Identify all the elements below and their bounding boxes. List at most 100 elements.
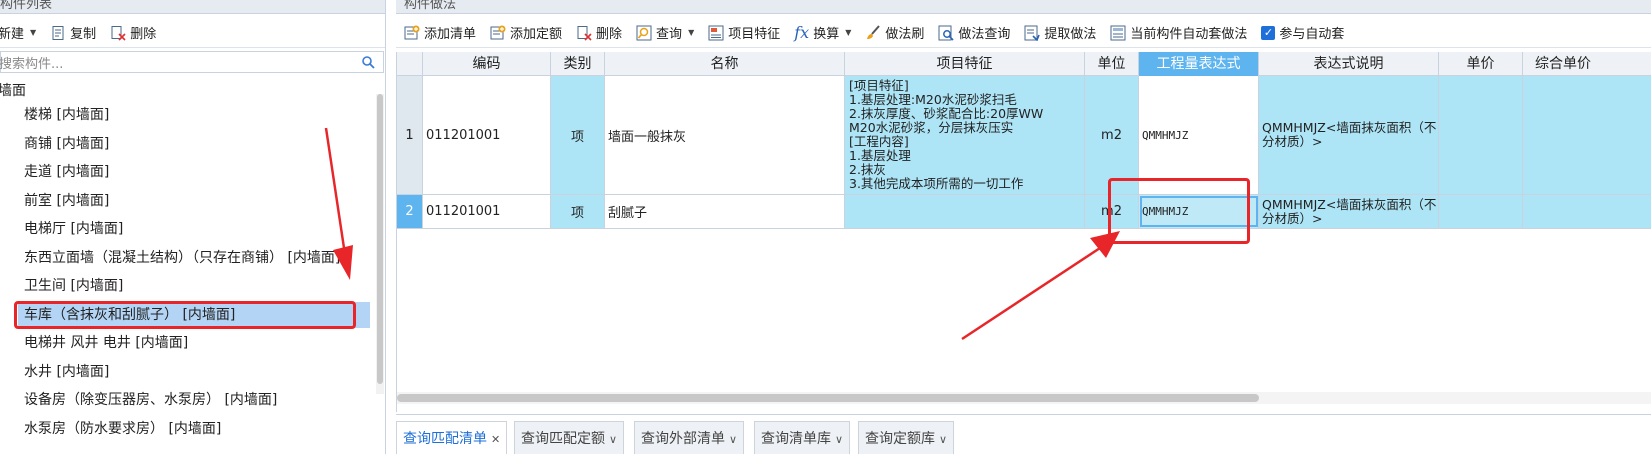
copy-icon — [52, 25, 64, 40]
copy-button[interactable]: 复制 — [50, 23, 96, 42]
header-code[interactable]: 编码 — [423, 52, 551, 76]
chevron-down-icon[interactable]: ▼ — [845, 28, 851, 37]
feature-line: 1.基层处理:M20水泥砂浆扫毛 — [849, 92, 1017, 107]
convert-label: 换算 — [813, 27, 840, 42]
cell-description[interactable]: QMMHMJZ<墙面抹灰面积（不分材质）> — [1259, 195, 1439, 228]
cell-category[interactable]: 项 — [551, 76, 605, 194]
header-feature[interactable]: 项目特征 — [845, 52, 1085, 76]
feature-line: 1.基层处理 — [849, 148, 911, 163]
cell-name[interactable]: 刮腻子 — [605, 195, 845, 228]
component-list-panel: 构件列表 新建 ▼ 复制 删除 搜索构件... 墙面 楼梯 [内墙面] 商铺 [… — [0, 0, 386, 454]
header-description[interactable]: 表达式说明 — [1259, 52, 1439, 76]
tree-item[interactable]: 前室 [内墙面] — [24, 188, 109, 214]
add-quota-button[interactable]: 添加定额 — [490, 23, 562, 42]
chevron-down-icon[interactable]: ∨ — [835, 433, 843, 446]
scrollbar-thumb[interactable] — [397, 394, 1259, 402]
cell-unit-price[interactable] — [1439, 195, 1523, 228]
chevron-down-icon[interactable]: ∨ — [729, 433, 737, 446]
tab-label: 查询匹配清单 — [403, 431, 487, 447]
tree-item[interactable]: 电梯井 风井 电井 [内墙面] — [24, 330, 188, 356]
cell-expression[interactable]: QMMHMJZ — [1139, 76, 1259, 194]
add-list-button[interactable]: 添加清单 — [404, 23, 476, 42]
participate-auto-checkbox[interactable]: ✓ 参与自动套 — [1261, 23, 1344, 42]
search-placeholder: 搜索构件... — [0, 56, 64, 72]
tree-root-wall[interactable]: 墙面 — [0, 80, 26, 100]
tree-item[interactable]: 设备房（除变压器房、水泵房） [内墙面] — [24, 387, 277, 413]
cell-name[interactable]: 墙面一般抹灰 — [605, 76, 845, 194]
auto-apply-button[interactable]: 当前构件自动套做法 — [1110, 23, 1247, 42]
cell-code[interactable]: 011201001 — [423, 195, 551, 228]
row-number: 1 — [397, 76, 423, 194]
tree-item[interactable]: 商铺 [内墙面] — [24, 131, 109, 157]
header-unit-price[interactable]: 单价 — [1439, 52, 1523, 76]
method-query-label: 做法查询 — [958, 27, 1011, 42]
tree-item[interactable]: 楼梯 [内墙面] — [24, 102, 109, 128]
tab-query-matching-quota[interactable]: 查询匹配定额 ∨ — [514, 421, 625, 454]
delete-component-button[interactable]: 删除 — [110, 23, 156, 42]
checkbox-checked-icon[interactable]: ✓ — [1261, 25, 1276, 40]
extract-method-button[interactable]: 提取做法 — [1024, 23, 1096, 42]
cell-category[interactable]: 项 — [551, 195, 605, 228]
feature-line: M20水泥砂浆，分层抹灰压实 — [849, 120, 1014, 135]
tree-item[interactable]: 走道 [内墙面] — [24, 159, 109, 185]
auto-apply-icon — [1110, 25, 1126, 40]
cell-unit[interactable]: m2 — [1085, 76, 1139, 194]
annotation-highlight-box — [14, 301, 356, 329]
method-brush-button[interactable]: 做法刷 — [865, 23, 924, 42]
cell-feature[interactable]: [项目特征] 1.基层处理:M20水泥砂浆扫毛 2.抹灰厚度、砂浆配合比:20厚… — [845, 76, 1085, 194]
table-row[interactable]: 1 011201001 项 墙面一般抹灰 [项目特征] 1.基层处理:M20水泥… — [397, 76, 1651, 195]
tab-query-matching-list[interactable]: 查询匹配清单 ✕ — [396, 421, 508, 454]
method-grid: 编码 类别 名称 项目特征 单位 工程量表达式 表达式说明 单价 综合单价 1 … — [396, 52, 1651, 412]
method-query-button[interactable]: 做法查询 — [938, 23, 1010, 42]
header-expression[interactable]: 工程量表达式 — [1139, 52, 1259, 76]
chevron-down-icon[interactable]: ▼ — [30, 28, 36, 37]
tab-query-quota-library[interactable]: 查询定额库 ∨ — [858, 421, 955, 454]
header-unit[interactable]: 单位 — [1085, 52, 1139, 76]
feature-line: 3.其他完成本项所需的一切工作 — [849, 176, 1024, 191]
component-tree: 墙面 楼梯 [内墙面] 商铺 [内墙面] 走道 [内墙面] 前室 [内墙面] 电… — [0, 78, 372, 454]
tree-item[interactable]: 水井 [内墙面] — [24, 359, 109, 385]
query-icon — [636, 25, 652, 40]
grid-header: 编码 类别 名称 项目特征 单位 工程量表达式 表达式说明 单价 综合单价 — [397, 52, 1651, 76]
scrollbar-thumb[interactable] — [377, 94, 383, 384]
header-name[interactable]: 名称 — [605, 52, 845, 76]
chevron-down-icon[interactable]: ∨ — [609, 433, 617, 446]
component-list-toolbar: 新建 ▼ 复制 删除 — [0, 18, 385, 48]
cell-composite-price[interactable] — [1523, 76, 1651, 194]
search-icon[interactable] — [361, 55, 375, 69]
tree-item[interactable]: 电梯厅 [内墙面] — [24, 216, 123, 242]
participate-auto-label: 参与自动套 — [1279, 27, 1345, 42]
item-feature-button[interactable]: 项目特征 — [708, 23, 780, 42]
chevron-down-icon[interactable]: ∨ — [939, 433, 947, 446]
feature-line: [项目特征] — [849, 78, 909, 93]
tab-query-list-library[interactable]: 查询清单库 ∨ — [754, 421, 851, 454]
item-feature-label: 项目特征 — [728, 27, 781, 42]
cell-code[interactable]: 011201001 — [423, 76, 551, 194]
tree-item[interactable]: 卫生间 [内墙面] — [24, 273, 123, 299]
component-search-input[interactable]: 搜索构件... — [0, 51, 384, 73]
tab-query-external-list[interactable]: 查询外部清单 ∨ — [634, 421, 745, 454]
method-title-bar: 构件做法 — [396, 0, 1651, 14]
header-composite-price[interactable]: 综合单价 — [1523, 52, 1651, 76]
query-label: 查询 — [656, 27, 683, 42]
header-category[interactable]: 类别 — [551, 52, 605, 76]
query-button[interactable]: 查询 ▼ — [636, 23, 694, 42]
close-icon[interactable]: ✕ — [491, 433, 500, 446]
delete-button[interactable]: 删除 — [576, 23, 622, 42]
tree-vertical-scrollbar[interactable] — [376, 94, 384, 394]
copy-button-label: 复制 — [70, 27, 97, 42]
cell-unit-price[interactable] — [1439, 76, 1523, 194]
tree-item[interactable]: 东西立面墙（混凝土结构）（只存在商铺） [内墙面] — [24, 245, 340, 271]
cell-description[interactable]: QMMHMJZ<墙面抹灰面积（不分材质）> — [1259, 76, 1439, 194]
cell-composite-price[interactable] — [1523, 195, 1651, 228]
cell-feature[interactable] — [845, 195, 1085, 228]
table-row[interactable]: 2 011201001 项 刮腻子 m2 QMMHMJZ QMMHMJZ<墙面抹… — [397, 195, 1651, 229]
new-button[interactable]: 新建 ▼ — [0, 23, 36, 42]
delete-icon — [577, 25, 592, 41]
brush-icon — [867, 24, 881, 39]
tree-item[interactable]: 水泵房（防水要求房） [内墙面] — [24, 416, 221, 442]
grid-horizontal-scrollbar[interactable] — [397, 392, 1651, 404]
chevron-down-icon[interactable]: ▼ — [688, 28, 694, 37]
method-title: 构件做法 — [404, 0, 457, 12]
convert-button[interactable]: fx 换算 ▼ — [794, 23, 851, 42]
